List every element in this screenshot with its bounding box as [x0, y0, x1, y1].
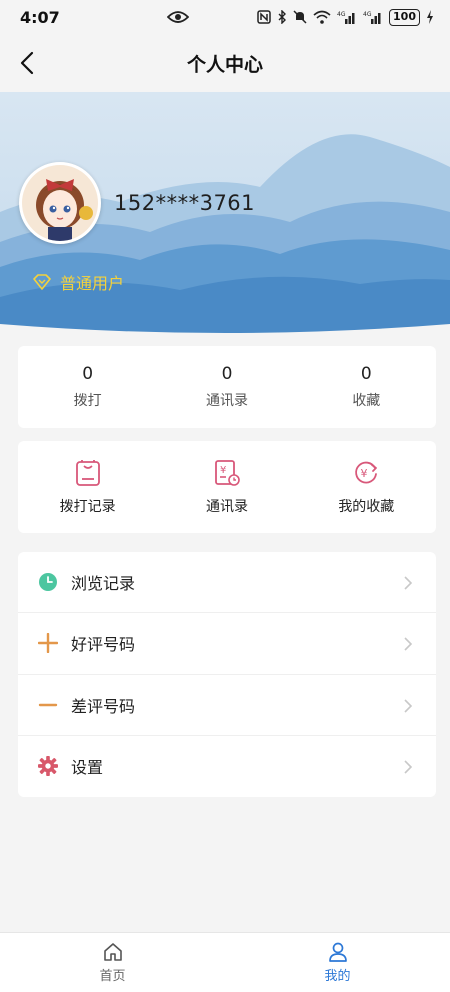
favorites-icon: ¥: [355, 461, 378, 483]
svg-text:¥: ¥: [361, 467, 368, 480]
svg-text:4G: 4G: [363, 11, 372, 18]
shortcut-call-record[interactable]: 拨打记录: [18, 441, 157, 533]
nav-bar: 个人中心: [0, 34, 450, 92]
shortcut-label: 通讯录: [205, 498, 248, 515]
menu-label: 浏览记录: [71, 574, 136, 594]
stat-calls[interactable]: 0 拨打: [18, 346, 157, 428]
user-level[interactable]: 普通用户: [33, 270, 124, 294]
shortcut-label: 我的收藏: [338, 498, 395, 515]
page-title: 个人中心: [186, 53, 263, 76]
eye-icon: [167, 11, 190, 23]
chevron-right-icon: [404, 637, 413, 651]
tab-mine[interactable]: 我的: [225, 933, 450, 992]
shortcut-favorites[interactable]: ¥ 我的收藏: [297, 441, 436, 533]
stat-contacts[interactable]: 0 通讯录: [157, 346, 296, 428]
call-record-icon: [75, 459, 100, 486]
tab-label: 首页: [99, 969, 126, 984]
clock-icon: [39, 573, 57, 592]
tab-home[interactable]: 首页: [0, 933, 225, 992]
mute-icon: [293, 10, 307, 24]
stat-value: 0: [221, 364, 233, 384]
svg-text:4G: 4G: [337, 11, 346, 18]
battery-indicator: 100: [389, 8, 420, 26]
status-time: 4:07: [20, 7, 60, 27]
avatar[interactable]: [19, 162, 101, 244]
stat-value: 0: [360, 364, 372, 384]
shortcut-label: 拨打记录: [59, 498, 116, 515]
stat-value: 0: [82, 364, 94, 384]
avatar-illustration: [22, 165, 98, 241]
menu-item-settings[interactable]: 设置: [18, 736, 436, 797]
profile-banner: 152****3761 普通用户: [0, 92, 450, 336]
stat-label: 通讯录: [205, 393, 248, 409]
stat-label: 拨打: [73, 393, 102, 409]
shortcut-contacts[interactable]: ¥ 通讯录: [157, 441, 296, 533]
signal-icon: 4G: [337, 11, 355, 24]
menu-label: 好评号码: [71, 635, 136, 655]
menu-item-browse-history[interactable]: 浏览记录: [18, 552, 436, 614]
diamond-icon: [33, 274, 51, 290]
chevron-right-icon: [404, 576, 413, 590]
home-icon: [103, 943, 122, 961]
menu-card: 浏览记录 好评号码 差评号码 设置: [18, 552, 436, 797]
plus-icon: [38, 633, 58, 654]
nfc-icon: [257, 10, 271, 24]
bottom-tab-bar: 首页 我的: [0, 932, 450, 992]
user-icon: [328, 942, 347, 962]
back-arrow-icon[interactable]: [16, 50, 42, 76]
gear-icon: [38, 756, 58, 777]
menu-item-bad-numbers[interactable]: 差评号码: [18, 675, 436, 736]
menu-label: 差评号码: [71, 696, 136, 716]
user-level-label: 普通用户: [60, 274, 125, 293]
stats-card: 0 拨打 0 通讯录 0 收藏: [18, 346, 436, 428]
charging-icon: [427, 10, 433, 24]
svg-text:¥: ¥: [220, 465, 226, 476]
menu-label: 设置: [71, 758, 104, 778]
signal-icon-2: 4G: [363, 11, 381, 24]
chevron-right-icon: [404, 760, 413, 774]
tab-label: 我的: [324, 969, 351, 984]
wifi-icon: [313, 10, 331, 24]
status-icons: 4G 4G 100: [167, 8, 434, 26]
bluetooth-icon: [278, 10, 287, 24]
minus-icon: [38, 703, 58, 706]
shortcuts-card: 拨打记录 ¥ 通讯录 ¥ 我的收藏: [18, 441, 436, 533]
phone-number: 152****3761: [114, 191, 256, 215]
contacts-icon: ¥: [215, 459, 240, 486]
menu-item-good-numbers[interactable]: 好评号码: [18, 613, 436, 675]
chevron-right-icon: [404, 698, 413, 713]
status-bar: 4:07 4G 4G 100: [0, 0, 450, 34]
stat-favorites[interactable]: 0 收藏: [297, 346, 436, 428]
stat-label: 收藏: [352, 393, 381, 409]
